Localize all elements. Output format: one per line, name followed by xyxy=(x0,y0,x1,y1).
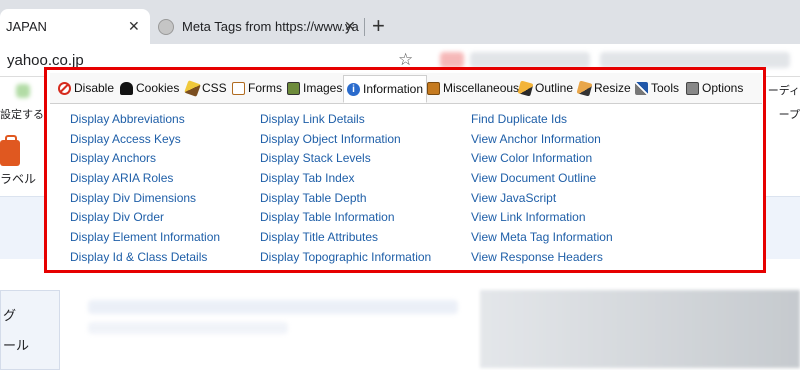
tab-label: Options xyxy=(702,81,744,95)
menu-link[interactable]: Display ARIA Roles xyxy=(70,169,220,189)
menu-link[interactable]: Display Link Details xyxy=(260,110,431,130)
background-text: ーディ xyxy=(767,85,800,97)
tab-label: Forms xyxy=(248,81,282,95)
tab-outline[interactable]: Outline xyxy=(517,77,574,99)
forms-icon xyxy=(232,81,245,95)
banner-image xyxy=(480,290,800,368)
menu-column-1: Display Abbreviations Display Access Key… xyxy=(70,110,220,268)
tab-label: CSS xyxy=(202,81,227,95)
web-developer-popup: Disable Cookies CSS Forms Images i Inform… xyxy=(44,67,766,273)
sidebar-item: グ xyxy=(3,308,17,323)
menu-link[interactable]: View JavaScript xyxy=(471,189,613,209)
tab-forms[interactable]: Forms xyxy=(232,77,282,99)
tab-strip: JAPAN ✕ Meta Tags from https://www.ya ✕ … xyxy=(0,0,800,44)
disable-icon xyxy=(58,81,71,95)
tab-label: Outline xyxy=(535,81,574,95)
tab-information[interactable]: i Information xyxy=(343,75,428,103)
extension-icon[interactable] xyxy=(470,52,590,68)
menu-link[interactable]: Display Access Keys xyxy=(70,130,220,150)
menu-link[interactable]: Display Div Dimensions xyxy=(70,189,220,209)
bookmark-icon xyxy=(16,84,30,98)
miscellaneous-icon xyxy=(427,81,440,95)
menu-link[interactable]: View Color Information xyxy=(471,149,613,169)
menu-link[interactable]: Display Element Information xyxy=(70,228,220,248)
tab-active[interactable]: JAPAN ✕ xyxy=(0,9,150,44)
site-favicon-icon xyxy=(158,18,174,35)
tab-tools[interactable]: Tools xyxy=(635,77,679,99)
menu-link[interactable]: Display Div Order xyxy=(70,208,220,228)
menu-link[interactable]: Display Object Information xyxy=(260,130,431,150)
background-label: ラベル xyxy=(0,172,37,186)
menu-link[interactable]: Display Table Depth xyxy=(260,189,431,209)
background-text: ープ xyxy=(778,109,800,121)
sidebar-item: ール xyxy=(3,338,30,353)
tab-images[interactable]: Images xyxy=(287,77,342,99)
tab-miscellaneous[interactable]: Miscellaneous xyxy=(427,77,519,99)
close-tab-icon[interactable]: ✕ xyxy=(128,18,140,35)
menu-column-2: Display Link Details Display Object Info… xyxy=(260,110,431,268)
tab-meta-tags[interactable]: Meta Tags from https://www.ya ✕ xyxy=(158,9,363,44)
tab-divider xyxy=(364,18,365,36)
css-icon xyxy=(184,79,201,97)
background-text: 設定する xyxy=(0,109,44,121)
resize-icon xyxy=(576,80,593,96)
blurred-nav xyxy=(88,300,458,314)
menu-link[interactable]: Find Duplicate Ids xyxy=(471,110,613,130)
menu-link[interactable]: Display Title Attributes xyxy=(260,228,431,248)
images-icon xyxy=(287,81,300,95)
close-tab-icon[interactable]: ✕ xyxy=(344,18,356,35)
tab-label: Miscellaneous xyxy=(443,81,520,95)
tab-options[interactable]: Options xyxy=(686,77,743,99)
menu-link[interactable]: Display Table Information xyxy=(260,208,431,228)
new-tab-icon[interactable]: + xyxy=(372,15,385,37)
menu-link[interactable]: View Response Headers xyxy=(471,248,613,268)
menu-link[interactable]: Display Stack Levels xyxy=(260,149,431,169)
suitcase-icon xyxy=(0,135,20,166)
cookies-icon xyxy=(120,81,133,95)
tab-label: Information xyxy=(363,82,424,96)
information-icon: i xyxy=(347,82,360,96)
tab-label: Cookies xyxy=(136,81,180,95)
menu-link[interactable]: Display Abbreviations xyxy=(70,110,220,130)
menu-link[interactable]: View Anchor Information xyxy=(471,130,613,150)
menu-link[interactable]: Display Tab Index xyxy=(260,169,431,189)
tab-label: Disable xyxy=(74,81,115,95)
tab-disable[interactable]: Disable xyxy=(58,77,114,99)
outline-icon xyxy=(517,80,534,96)
background-sidebar: グ ール xyxy=(0,290,60,370)
menu-link[interactable]: Display Id & Class Details xyxy=(70,248,220,268)
menu-link[interactable]: Display Anchors xyxy=(70,149,220,169)
tab-resize[interactable]: Resize xyxy=(576,77,631,99)
extension-icon[interactable] xyxy=(440,52,464,68)
tab-css[interactable]: CSS xyxy=(184,77,227,99)
menu-link[interactable]: View Document Outline xyxy=(471,169,613,189)
tab-title: Meta Tags from https://www.ya xyxy=(182,19,359,34)
menu-link[interactable]: View Link Information xyxy=(471,208,613,228)
blurred-text xyxy=(88,322,288,334)
tab-label: Tools xyxy=(651,81,680,95)
menu-link[interactable]: View Meta Tag Information xyxy=(471,228,613,248)
toolbar: Disable Cookies CSS Forms Images i Inform… xyxy=(50,73,762,104)
tab-cookies[interactable]: Cookies xyxy=(120,77,179,99)
menu-column-3: Find Duplicate Ids View Anchor Informati… xyxy=(471,110,613,268)
extension-icon[interactable] xyxy=(600,52,790,68)
menu-link[interactable]: Display Topographic Information xyxy=(260,248,431,268)
tab-label: Resize xyxy=(594,81,631,95)
tab-title: JAPAN xyxy=(6,19,47,34)
tools-icon xyxy=(635,81,648,95)
options-icon xyxy=(686,81,699,95)
tab-label: Images xyxy=(303,81,343,95)
